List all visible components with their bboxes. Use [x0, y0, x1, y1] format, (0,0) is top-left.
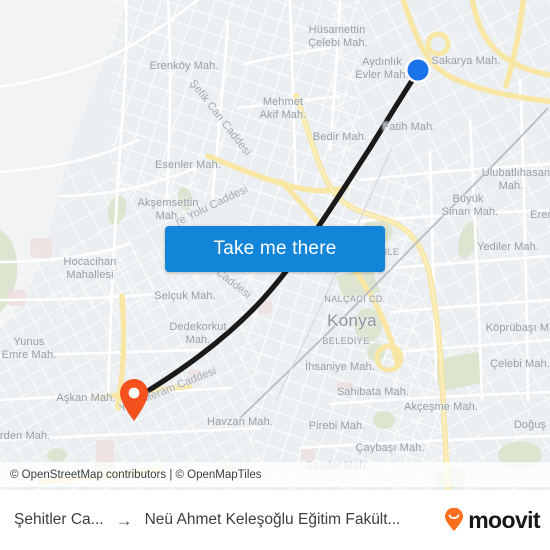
- route-origin-label[interactable]: Şehitler Ca...: [14, 511, 104, 529]
- arrow-right-icon: →: [115, 510, 133, 530]
- moovit-pin-icon: [445, 508, 464, 531]
- map-canvas[interactable]: Erenköy Mah. Hüsamettin Çelebi Mah. Aydınlı…: [0, 0, 550, 490]
- route-destination-label[interactable]: Neü Ahmet Keleşoğlu Eğitim Fakült...: [145, 511, 437, 529]
- moovit-wordmark: moovit: [468, 506, 540, 533]
- destination-marker-dot[interactable]: [404, 56, 432, 84]
- origin-marker-pin[interactable]: [118, 378, 150, 422]
- take-me-there-label: Take me there: [213, 238, 337, 259]
- map-attribution-text[interactable]: © OpenStreetMap contributors | © OpenMap…: [0, 469, 262, 481]
- map-attribution-bar: © OpenStreetMap contributors | © OpenMap…: [0, 462, 550, 487]
- moovit-logo[interactable]: moovit: [442, 506, 541, 533]
- route-summary-bar: Şehitler Ca... → Neü Ahmet Keleşoğlu Eği…: [0, 490, 550, 550]
- take-me-there-button[interactable]: Take me there: [165, 226, 385, 272]
- moovit-map-screen: Erenköy Mah. Hüsamettin Çelebi Mah. Aydınlı…: [0, 0, 550, 550]
